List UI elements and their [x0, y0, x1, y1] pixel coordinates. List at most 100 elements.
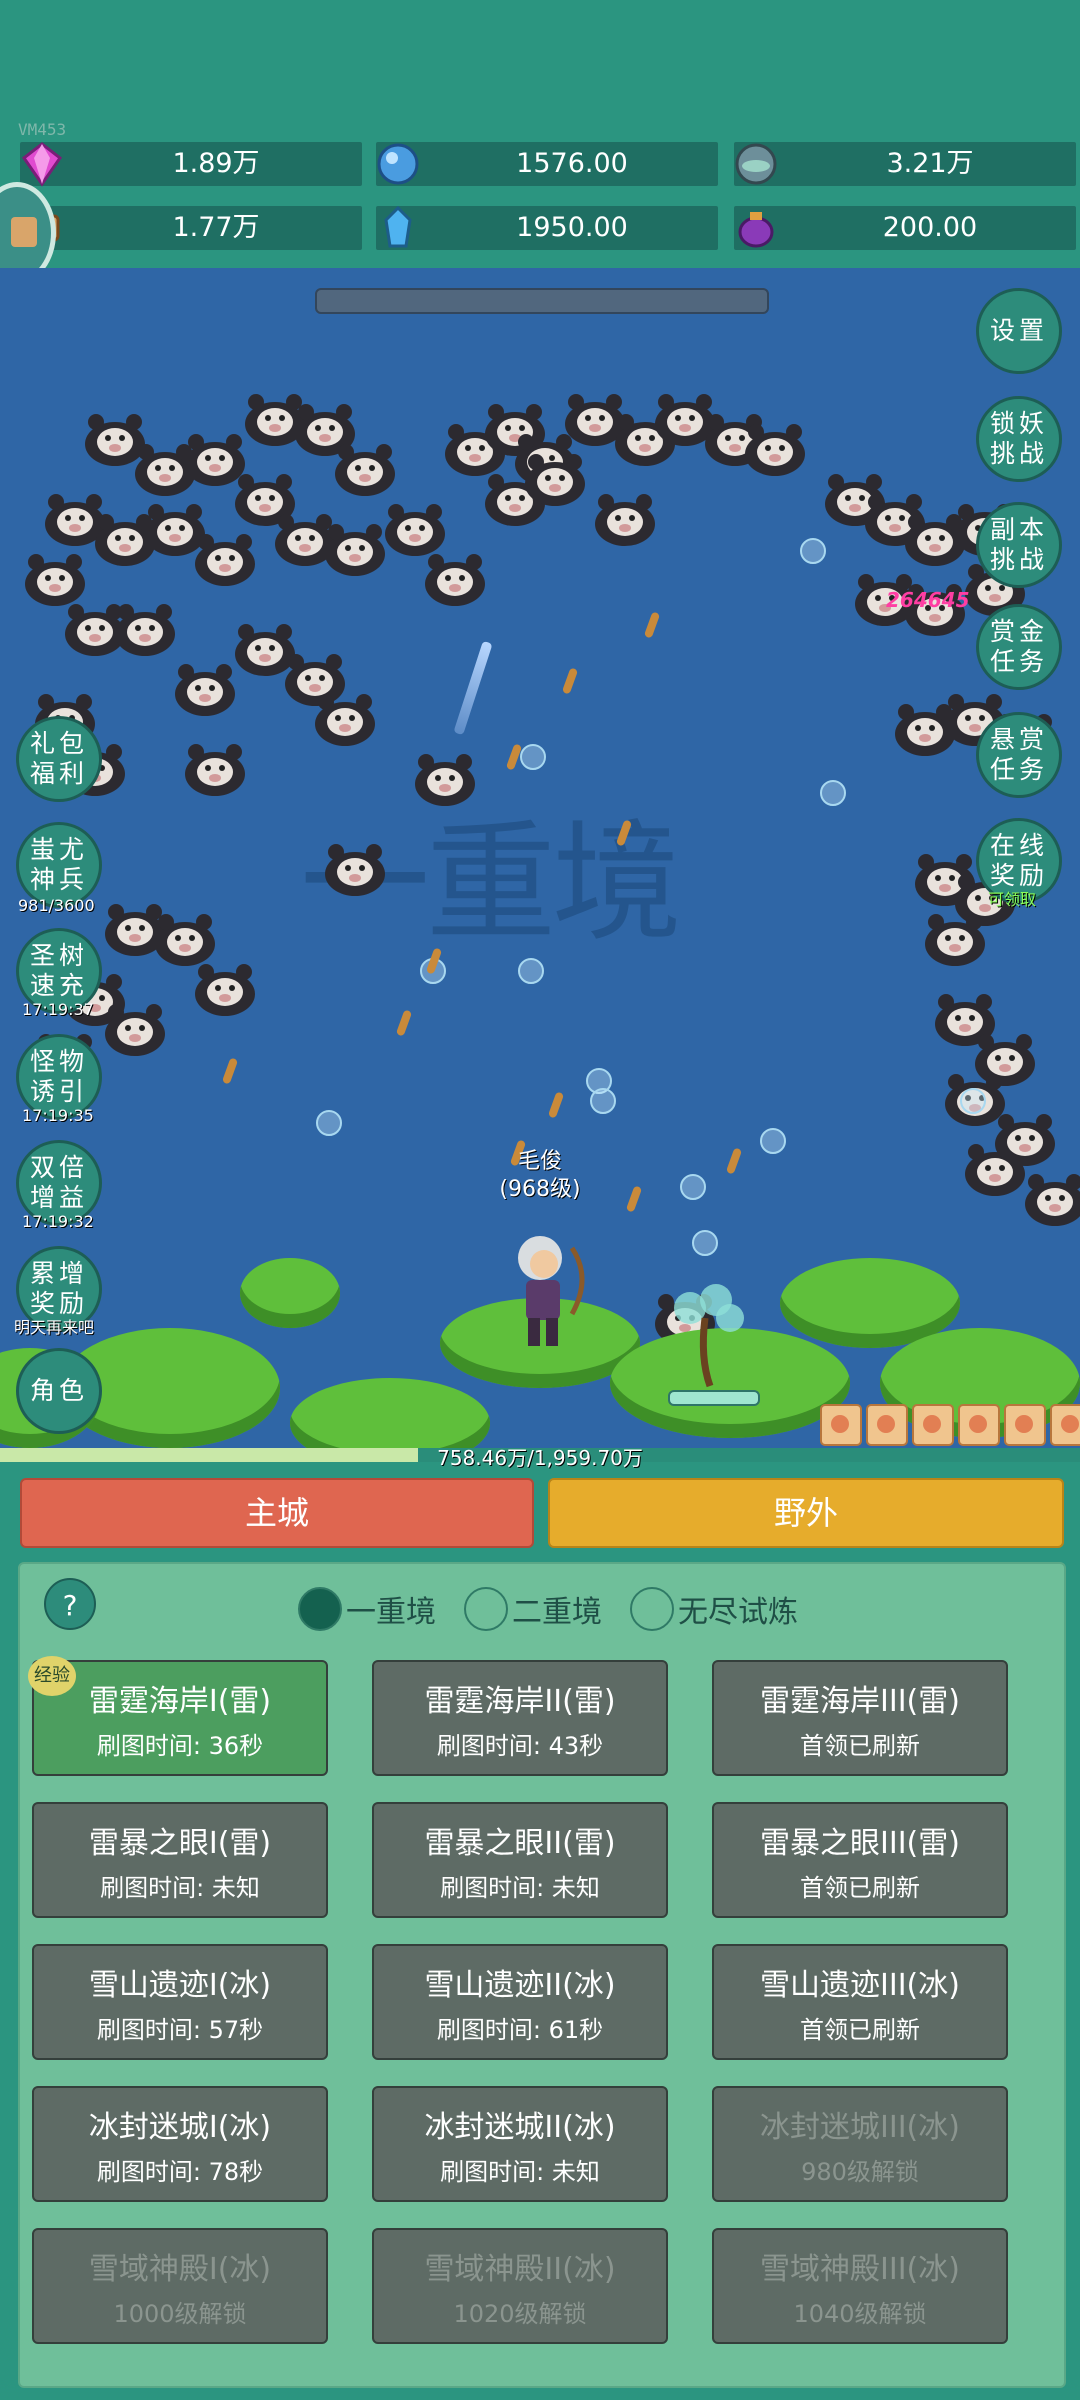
stage-status: 刷图时间: 36秒 [96, 1732, 264, 1760]
stage-button[interactable]: 雪山遗迹I(冰) 刷图时间: 57秒 [32, 1944, 328, 2060]
arrow-projectile [547, 1091, 565, 1119]
stage-button[interactable]: 雷暴之眼I(雷) 刷图时间: 未知 [32, 1802, 328, 1918]
arrow-projectile [643, 611, 661, 639]
tab-wild[interactable]: 野外 [548, 1478, 1064, 1548]
battle-scene[interactable]: 一重境 264645 毛俊 (968级) [0, 268, 1080, 1448]
settings-button[interactable]: 设置 [976, 288, 1062, 374]
stage-status: 首领已刷新 [800, 2016, 920, 2044]
stage-button[interactable]: 雷霆海岸III(雷) 首领已刷新 [712, 1660, 1008, 1776]
stage-name: 雷暴之眼I(雷) [88, 1826, 272, 1861]
monster-sprite [995, 1114, 1055, 1166]
monster-lure-timer: 17:19:35 [22, 1106, 94, 1125]
blue-orb-icon [377, 143, 419, 185]
stage-status: 首领已刷新 [800, 1732, 920, 1760]
bush [240, 1258, 340, 1328]
crystal-icon [384, 205, 412, 248]
holy-tree-timer: 17:19:37 [22, 1000, 94, 1019]
cumulative-reward-status: 明天再来吧 [14, 1318, 95, 1337]
hero-name: 毛俊 [517, 1149, 562, 1174]
stage-button[interactable]: 雪山遗迹II(冰) 刷图时间: 61秒 [372, 1944, 668, 2060]
button-label: 礼包福利 [29, 729, 88, 788]
monster-sprite [195, 964, 255, 1016]
radio-label: 无尽试炼 [678, 1595, 798, 1630]
stage-button[interactable]: 雷霆海岸II(雷) 刷图时间: 43秒 [372, 1660, 668, 1776]
stage-status: 980级解锁 [801, 2158, 919, 2186]
damage-number: 264645 [886, 588, 970, 612]
tab-main-city[interactable]: 主城 [20, 1478, 534, 1548]
bubble [960, 1088, 986, 1114]
boss-health-bar [315, 288, 769, 314]
experience-text: 758.46万/1,959.70万 [437, 1446, 643, 1470]
stage-status: 1000级解锁 [113, 2300, 247, 2328]
mode-radio-realm-1[interactable]: 一重境 [298, 1584, 436, 1634]
button-label: 角色 [29, 1376, 88, 1405]
character-button[interactable]: 角色 [16, 1348, 102, 1434]
skill-icon[interactable] [912, 1404, 954, 1446]
radio-label: 二重境 [512, 1595, 602, 1630]
flying-sword [453, 640, 493, 736]
stage-button[interactable]: 雷霆海岸I(雷) 刷图时间: 36秒 经验 [28, 1656, 328, 1776]
stage-button[interactable]: 冰封迷城I(冰) 刷图时间: 78秒 [32, 2086, 328, 2202]
arrow-projectile [221, 1057, 239, 1085]
currency-value: 1576.00 [516, 148, 628, 179]
skill-icon[interactable] [958, 1404, 1000, 1446]
skill-bar [820, 1404, 1080, 1446]
skill-icon[interactable] [1050, 1404, 1080, 1446]
exp-badge: 经验 [28, 1656, 76, 1696]
help-button[interactable]: ? [44, 1578, 96, 1630]
gift-pack-button[interactable]: 礼包福利 [16, 716, 102, 802]
stage-name: 雷霆海岸III(雷) [760, 1684, 960, 1719]
monster-sprite [335, 444, 395, 496]
skill-icon[interactable] [1004, 1404, 1046, 1446]
reward-quest-button[interactable]: 悬赏任务 [976, 712, 1062, 798]
button-label: 副本挑战 [989, 515, 1048, 574]
stage-button[interactable]: 雷暴之眼II(雷) 刷图时间: 未知 [372, 1802, 668, 1918]
stage-name: 雷暴之眼III(雷) [760, 1826, 960, 1861]
skill-icon[interactable] [820, 1404, 862, 1446]
arrow-projectile [395, 1009, 413, 1037]
monster-sprite [1025, 1174, 1080, 1226]
stage-name: 雷霆海岸II(雷) [424, 1684, 616, 1719]
stage-button: 雪域神殿I(冰) 1000级解锁 [32, 2228, 328, 2344]
monster-sprite [595, 494, 655, 546]
pet-health-bar [668, 1390, 760, 1406]
button-label: 锁妖挑战 [989, 409, 1048, 468]
mode-radio-realm-2[interactable]: 二重境 [464, 1584, 602, 1634]
button-label: 双倍增益 [29, 1153, 88, 1212]
demon-lock-challenge-button[interactable]: 锁妖挑战 [976, 396, 1062, 482]
stage-status: 刷图时间: 61秒 [436, 2016, 604, 2044]
hero-level: (968级) [499, 1177, 581, 1202]
button-label: 圣树速充 [29, 941, 88, 1000]
stage-button[interactable]: 雷暴之眼III(雷) 首领已刷新 [712, 1802, 1008, 1918]
double-boost-timer: 17:19:32 [22, 1212, 94, 1231]
bounty-quest-button[interactable]: 赏金任务 [976, 604, 1062, 690]
bubble [316, 1110, 342, 1136]
radio-dot [630, 1587, 674, 1631]
stage-button[interactable]: 冰封迷城II(冰) 刷图时间: 未知 [372, 2086, 668, 2202]
stage-name: 雪域神殿III(冰) [760, 2252, 960, 2287]
button-label: 怪物诱引 [29, 1047, 88, 1106]
stage-name: 冰封迷城I(冰) [88, 2110, 272, 2145]
stage-status: 刷图时间: 未知 [440, 1874, 600, 1902]
dungeon-challenge-button[interactable]: 副本挑战 [976, 502, 1062, 588]
bubble [680, 1174, 706, 1200]
stage-name: 冰封迷城II(冰) [424, 2110, 616, 2145]
stage-button[interactable]: 雪山遗迹III(冰) 首领已刷新 [712, 1944, 1008, 2060]
radio-label: 一重境 [346, 1595, 436, 1630]
mode-radio-endless[interactable]: 无尽试炼 [630, 1584, 798, 1634]
monster-sprite [195, 534, 255, 586]
currency-gray-orb: 3.21万 [734, 142, 1076, 186]
stage-name: 雷霆海岸I(雷) [88, 1684, 272, 1719]
bubble [692, 1230, 718, 1256]
monster-sprite [425, 554, 485, 606]
button-label: 设置 [989, 316, 1048, 345]
button-label: 赏金任务 [989, 617, 1048, 676]
stage-status: 刷图时间: 43秒 [436, 1732, 604, 1760]
skill-icon[interactable] [866, 1404, 908, 1446]
stage-name: 雷暴之眼II(雷) [424, 1826, 616, 1861]
stage-name: 冰封迷城III(冰) [760, 2110, 960, 2145]
stage-status: 刷图时间: 未知 [440, 2158, 600, 2186]
spirit-tree [674, 1284, 744, 1388]
arrow-projectile [725, 1147, 743, 1175]
stage-status: 刷图时间: 57秒 [96, 2016, 264, 2044]
